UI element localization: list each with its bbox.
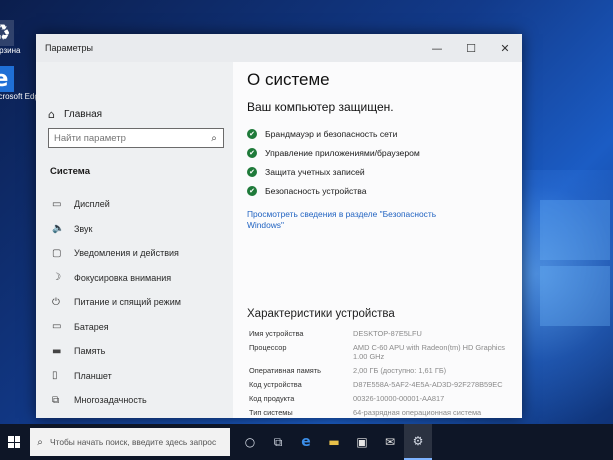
nav-home-label: Главная <box>64 109 103 120</box>
spec-key: Оперативная память <box>249 366 322 375</box>
content-pane: О системе Ваш компьютер защищен. ✔ Бранд… <box>233 62 522 418</box>
battery-icon: ▭ <box>52 321 62 333</box>
wallpaper-window-pane <box>540 266 610 326</box>
sidebar-item-label: Дисплей <box>74 199 110 210</box>
security-check-label: Управление приложениями/браузером <box>265 147 420 158</box>
spec-key: Процессор <box>249 343 287 352</box>
section-label: Система <box>50 166 90 177</box>
taskbar-search[interactable]: ⌕ Чтобы начать поиск, введите здесь запр… <box>30 428 230 456</box>
windows-logo-icon <box>8 436 20 448</box>
notifications-icon: ▢ <box>52 247 62 259</box>
spec-row: Тип системы 64-разрядная операционная си… <box>249 408 517 417</box>
spec-value: AMD C-60 APU with Radeon(tm) HD Graphics… <box>353 343 505 361</box>
security-check-label: Брандмауэр и безопасность сети <box>265 128 398 139</box>
sound-icon: 🔈 <box>52 223 65 235</box>
search-icon: ⌕ <box>37 436 43 448</box>
sidebar-item-focus-assist[interactable]: ☽ Фокусировка внимания <box>36 266 233 291</box>
edge-icon: e <box>0 66 14 92</box>
sidebar-item-battery[interactable]: ▭ Батарея <box>36 315 233 340</box>
sidebar-item-label: Уведомления и действия <box>74 248 179 259</box>
security-check-item: ✔ Защита учетных записей <box>247 162 420 181</box>
window-title: Параметры <box>45 43 93 53</box>
maximize-button[interactable]: ☐ <box>454 34 488 62</box>
checkmark-icon: ✔ <box>247 166 257 177</box>
spec-key: Код продукта <box>249 394 295 403</box>
nav-home[interactable]: ⌂ Главная <box>48 108 102 121</box>
sidebar-item-tablet[interactable]: ▯ Планшет <box>36 364 233 389</box>
nav-list: ▭ Дисплей 🔈 Звук ▢ Уведомления и действи… <box>36 192 233 413</box>
security-check-item: ✔ Брандмауэр и безопасность сети <box>247 124 420 143</box>
start-button[interactable] <box>0 424 28 460</box>
sidebar-item-sound[interactable]: 🔈 Звук <box>36 217 233 242</box>
file-explorer-icon[interactable]: ▬ <box>320 424 348 460</box>
focus-assist-icon: ☽ <box>52 272 61 284</box>
sidebar-item-label: Память <box>74 346 106 357</box>
edge-icon[interactable]: e <box>292 424 320 460</box>
power-icon: ⏻ <box>52 296 60 308</box>
settings-icon[interactable]: ⚙ <box>404 424 432 460</box>
desktop-icon-recycle-bin[interactable]: ♻ Корзина <box>0 20 20 55</box>
taskbar: ⌕ Чтобы начать поиск, введите здесь запр… <box>0 424 613 460</box>
sidebar-item-label: Фокусировка внимания <box>74 272 172 283</box>
settings-search[interactable]: ⌕ <box>48 128 224 148</box>
device-specs: Имя устройства DESKTOP-87E5LFU Процессор… <box>249 329 517 418</box>
spec-value: 00326-10000-00001-AA817 <box>353 394 445 403</box>
sidebar-item-label: Звук <box>74 223 93 234</box>
sidebar-item-label: Многозадачность <box>74 395 147 406</box>
checkmark-icon: ✔ <box>247 147 257 158</box>
security-check-label: Безопасность устройства <box>265 185 367 196</box>
page-title: О системе <box>247 70 330 89</box>
desktop-icon-label: Корзина <box>0 46 21 55</box>
recycle-bin-icon: ♻ <box>0 20 14 46</box>
security-check-label: Защита учетных записей <box>265 166 365 177</box>
tablet-icon: ▯ <box>52 370 58 382</box>
sidebar-item-label: Планшет <box>74 370 112 381</box>
spec-key: Тип системы <box>249 408 293 417</box>
protection-status: Ваш компьютер защищен. <box>247 100 394 114</box>
mail-icon[interactable]: ✉ <box>376 424 404 460</box>
title-bar[interactable]: Параметры — ☐ ✕ <box>36 34 522 62</box>
spec-value: 64-разрядная операционная система <box>353 408 482 417</box>
security-check-item: ✔ Безопасность устройства <box>247 181 420 200</box>
task-view-icon[interactable]: ⧉ <box>264 424 292 460</box>
sidebar-item-label: Батарея <box>74 321 109 332</box>
spec-row: Код продукта 00326-10000-00001-AA817 <box>249 394 517 403</box>
device-specs-title: Характеристики устройства <box>247 308 395 320</box>
spec-row: Оперативная память 2,00 ГБ (доступно: 1,… <box>249 366 517 375</box>
cortana-icon[interactable]: ○ <box>236 424 264 460</box>
checkmark-icon: ✔ <box>247 128 257 139</box>
sidebar: ⌂ Главная ⌕ Система ▭ Дисплей 🔈 Звук ▢ У… <box>36 62 233 418</box>
sidebar-item-power[interactable]: ⏻ Питание и спящий режим <box>36 290 233 315</box>
multitasking-icon: ⧉ <box>52 394 60 406</box>
spec-row: Имя устройства DESKTOP-87E5LFU <box>249 329 517 338</box>
spec-value: D87E558A-5AF2-4E5A-AD3D-92F278B59EC <box>353 380 503 389</box>
security-check-item: ✔ Управление приложениями/браузером <box>247 143 420 162</box>
sidebar-item-notifications[interactable]: ▢ Уведомления и действия <box>36 241 233 266</box>
store-icon[interactable]: ▣ <box>348 424 376 460</box>
settings-window: Параметры — ☐ ✕ ⌂ Главная ⌕ Система ▭ Ди… <box>36 34 522 418</box>
windows-security-link[interactable]: Просмотреть сведения в разделе "Безопасн… <box>247 209 467 231</box>
sidebar-item-label: Питание и спящий режим <box>74 297 181 308</box>
settings-search-input[interactable] <box>49 130 205 146</box>
sidebar-item-multitasking[interactable]: ⧉ Многозадачность <box>36 388 233 413</box>
spec-key: Имя устройства <box>249 329 304 338</box>
sidebar-item-storage[interactable]: ▬ Память <box>36 339 233 364</box>
storage-icon: ▬ <box>52 345 62 357</box>
spec-value: DESKTOP-87E5LFU <box>353 329 422 338</box>
spec-value: 2,00 ГБ (доступно: 1,61 ГБ) <box>353 366 447 375</box>
minimize-button[interactable]: — <box>420 34 454 62</box>
wallpaper-window-pane <box>540 200 610 260</box>
security-checks: ✔ Брандмауэр и безопасность сети ✔ Управ… <box>247 124 420 200</box>
taskbar-search-placeholder: Чтобы начать поиск, введите здесь запрос <box>50 437 217 447</box>
spec-row: Код устройства D87E558A-5AF2-4E5A-AD3D-9… <box>249 380 517 389</box>
display-icon: ▭ <box>52 198 62 210</box>
checkmark-icon: ✔ <box>247 185 257 196</box>
home-icon: ⌂ <box>48 108 55 121</box>
sidebar-item-display[interactable]: ▭ Дисплей <box>36 192 233 217</box>
taskbar-icons: ○ ⧉ e ▬ ▣ ✉ ⚙ <box>236 424 432 460</box>
spec-key: Код устройства <box>249 380 302 389</box>
search-icon[interactable]: ⌕ <box>205 133 223 144</box>
spec-row: Процессор AMD C-60 APU with Radeon(tm) H… <box>249 343 517 361</box>
close-button[interactable]: ✕ <box>488 34 522 62</box>
